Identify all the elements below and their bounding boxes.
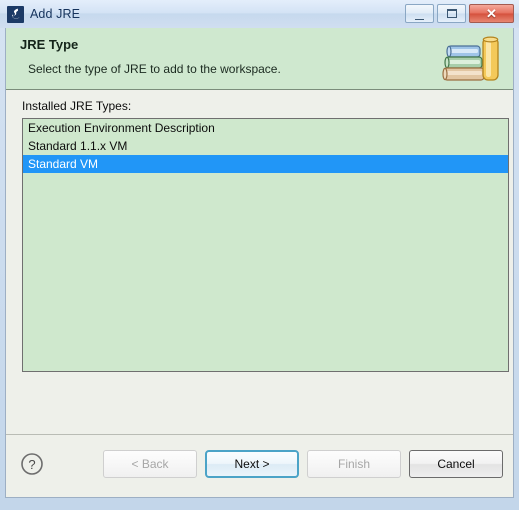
installed-jre-types-label: Installed JRE Types: bbox=[22, 99, 132, 113]
button-row: < Back Next > Finish Cancel bbox=[103, 450, 503, 478]
minimize-button[interactable] bbox=[405, 4, 434, 23]
window-title: Add JRE bbox=[30, 7, 81, 21]
window-controls: ✕ bbox=[405, 4, 514, 23]
jre-wizard-icon bbox=[7, 5, 24, 23]
add-jre-dialog-window: Add JRE ✕ JRE Type Select the type of JR… bbox=[0, 0, 519, 510]
page-description: Select the type of JRE to add to the wor… bbox=[28, 62, 281, 76]
finish-button[interactable]: Finish bbox=[307, 450, 401, 478]
books-stack-icon bbox=[441, 32, 503, 88]
maximize-icon bbox=[446, 9, 457, 18]
close-button[interactable]: ✕ bbox=[469, 4, 514, 23]
minimize-icon bbox=[415, 13, 424, 20]
wizard-body: Installed JRE Types: Execution Environme… bbox=[6, 90, 513, 434]
next-button[interactable]: Next > bbox=[205, 450, 299, 478]
cancel-button[interactable]: Cancel bbox=[409, 450, 503, 478]
title-bar[interactable]: Add JRE ✕ bbox=[0, 0, 519, 28]
list-item[interactable]: Execution Environment Description bbox=[23, 119, 508, 137]
page-title: JRE Type bbox=[20, 37, 79, 52]
jre-types-listbox[interactable]: Execution Environment Description Standa… bbox=[22, 118, 509, 372]
wizard-footer: ? < Back Next > Finish Cancel bbox=[6, 435, 513, 497]
svg-text:?: ? bbox=[28, 457, 35, 472]
maximize-button[interactable] bbox=[437, 4, 466, 23]
wizard-header: JRE Type Select the type of JRE to add t… bbox=[6, 28, 513, 90]
back-button[interactable]: < Back bbox=[103, 450, 197, 478]
help-question-icon[interactable]: ? bbox=[20, 452, 44, 476]
dialog-client-area: JRE Type Select the type of JRE to add t… bbox=[5, 28, 514, 498]
list-item[interactable]: Standard 1.1.x VM bbox=[23, 137, 508, 155]
close-icon: ✕ bbox=[486, 6, 497, 21]
list-item[interactable]: Standard VM bbox=[23, 155, 508, 173]
